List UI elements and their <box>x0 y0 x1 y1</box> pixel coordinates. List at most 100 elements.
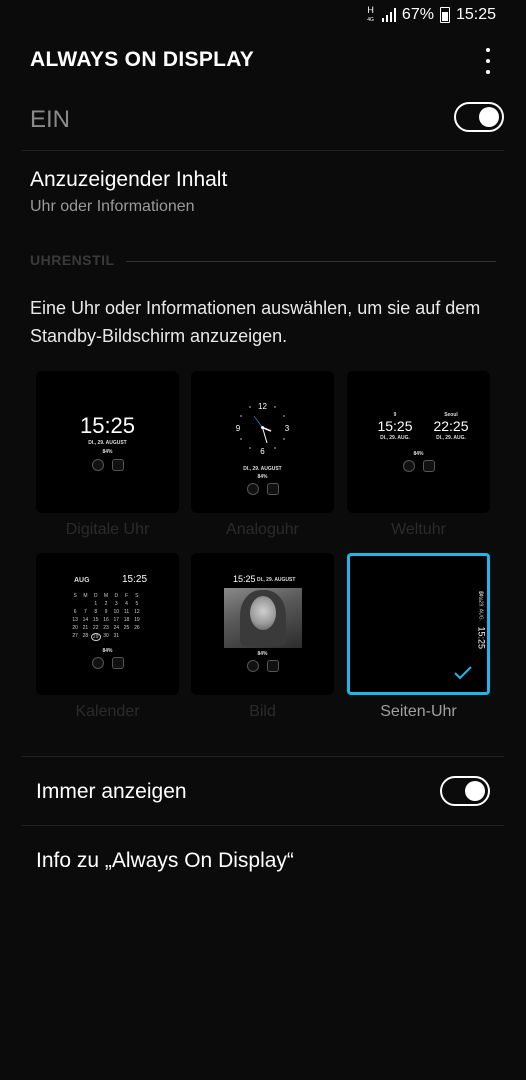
world-time-right: 22:25 <box>433 418 469 434</box>
calendar-day: 16 <box>103 617 109 623</box>
calendar-day: 9 <box>104 609 108 615</box>
calendar-day: 18 <box>123 617 130 623</box>
calendar-day: 31 <box>113 633 120 639</box>
clock-number: 3 <box>285 424 290 433</box>
tile-battery: 84% <box>102 449 113 455</box>
calendar-day: 20 <box>72 625 78 631</box>
calendar-day: 14 <box>82 617 89 623</box>
network-sub-label: 4G <box>367 17 374 23</box>
style-label-analog: Analoguhr <box>226 521 299 538</box>
calendar-weekday: D <box>93 593 98 599</box>
wallpaper-photo <box>224 588 302 648</box>
message-icon <box>111 459 124 471</box>
network-indicator: H 4G <box>367 6 374 24</box>
missed-call-icon <box>246 660 259 672</box>
style-tile-world[interactable]: 9 15:25 DI., 29. AUG. Seoul 22:25 DI., 2… <box>347 371 490 513</box>
missed-call-icon <box>91 657 104 669</box>
missed-call-icon <box>91 459 104 471</box>
status-time: 15:25 <box>455 6 496 23</box>
calendar-day: 22 <box>92 625 99 631</box>
world-date-right: DI., 29. AUG. <box>436 435 466 441</box>
network-label: H <box>367 5 374 15</box>
calendar-day: 19 <box>134 617 140 623</box>
calendar-day: 10 <box>113 609 120 615</box>
tile-time: 15:25 <box>79 413 136 438</box>
clock-number: 12 <box>258 402 267 411</box>
missed-call-icon <box>402 460 415 472</box>
style-label-calendar: Kalender <box>75 703 140 720</box>
calendar-weekday: M <box>83 593 88 599</box>
tile-date: DI., 29. AUGUST <box>243 466 282 472</box>
calendar-weekday: D <box>114 593 119 599</box>
missed-call-icon <box>246 483 259 495</box>
tile-battery: 84% <box>257 474 268 480</box>
style-label-edge: Seiten-Uhr <box>380 703 457 720</box>
more-vert-icon[interactable] <box>480 48 496 74</box>
calendar-day: 2 <box>104 601 108 607</box>
signal-icon <box>381 8 396 22</box>
calendar-weekday: M <box>103 593 109 599</box>
section-header: UHRENSTIL <box>30 252 496 272</box>
status-bar: H 4G 67% 15:25 <box>0 0 526 32</box>
tile-time: 15:25 <box>233 574 256 584</box>
always-show-toggle[interactable] <box>440 776 490 806</box>
calendar-weekday: S <box>73 593 77 599</box>
divider <box>22 756 504 757</box>
message-icon <box>266 660 279 672</box>
toggle-knob <box>465 781 485 801</box>
app-bar: ALWAYS ON DISPLAY <box>0 42 526 82</box>
always-show-label: Immer anzeigen <box>36 780 187 803</box>
calendar-day: 13 <box>72 617 78 623</box>
calendar-day: 17 <box>113 617 120 623</box>
tile-battery: 84% <box>257 651 268 657</box>
about-link[interactable]: Info zu „Always On Display“ <box>36 849 506 873</box>
master-switch-row[interactable]: EIN <box>0 100 526 140</box>
calendar-month: AUG <box>74 577 90 584</box>
content-setting-title: Anzuzeigender Inhalt <box>30 168 228 191</box>
calendar-day <box>80 601 90 607</box>
style-label-digital: Digitale Uhr <box>65 521 150 538</box>
calendar-day <box>70 601 80 607</box>
battery-percent: 67% <box>401 6 434 23</box>
clock-number: 9 <box>236 424 241 433</box>
tile-battery: 84% <box>102 648 113 654</box>
section-label: UHRENSTIL <box>30 252 115 268</box>
calendar-day: 6 <box>73 609 77 615</box>
message-icon <box>111 657 124 669</box>
world-time-left: 15:25 <box>377 418 413 434</box>
style-tile-analog[interactable]: 12 3 6 9 DI., 29. AUGUST 84% <box>191 371 334 513</box>
world-date-left: DI., 29. AUG. <box>380 435 410 441</box>
description-text: Eine Uhr oder Informationen auswählen, u… <box>30 298 481 346</box>
calendar-day: 12 <box>134 609 140 615</box>
tile-date: DI., 29. AUGUST <box>88 440 127 446</box>
calendar-day: 24 <box>113 625 120 631</box>
calendar-weekday: F <box>125 593 129 599</box>
style-tile-calendar[interactable]: AUG 15:25 S M D M D F S 1 2 3 4 5 6 7 8 9 10 11 12 13 14 15 16… <box>36 553 179 695</box>
calendar-day: 29 <box>90 633 101 641</box>
content-setting[interactable]: Anzuzeigender Inhalt Uhr oder Informatio… <box>30 168 500 216</box>
master-switch-label: EIN <box>30 106 71 133</box>
check-icon <box>454 666 472 680</box>
calendar-day: 26 <box>134 625 140 631</box>
calendar-day: 30 <box>103 633 109 639</box>
calendar-day: 4 <box>125 601 128 607</box>
calendar-weekday: S <box>135 593 139 599</box>
calendar-day: 8 <box>94 609 98 615</box>
calendar-day: 7 <box>84 609 87 615</box>
calendar-day: 21 <box>82 625 89 631</box>
calendar-day: 5 <box>135 601 139 607</box>
calendar-day: 23 <box>103 625 109 631</box>
master-toggle[interactable] <box>454 102 504 132</box>
tile-battery: 84% <box>413 451 424 457</box>
tile-time: 15:25 <box>477 626 487 649</box>
calendar-day: 25 <box>123 625 130 631</box>
content-setting-value: Uhr oder Informationen <box>30 198 195 215</box>
calendar-day: 3 <box>114 601 118 607</box>
style-tile-image[interactable]: 15:25 DI., 29. AUGUST 84% <box>191 553 334 695</box>
section-divider <box>126 261 496 262</box>
style-tile-digital[interactable]: 15:25 DI., 29. AUGUST 84% <box>36 371 179 513</box>
divider <box>22 825 504 826</box>
tile-notification-icons <box>36 459 179 471</box>
tile-notification-icons <box>347 460 490 472</box>
style-tile-edge[interactable]: 84% DI., 29. AUG. 15:25 <box>347 553 490 695</box>
